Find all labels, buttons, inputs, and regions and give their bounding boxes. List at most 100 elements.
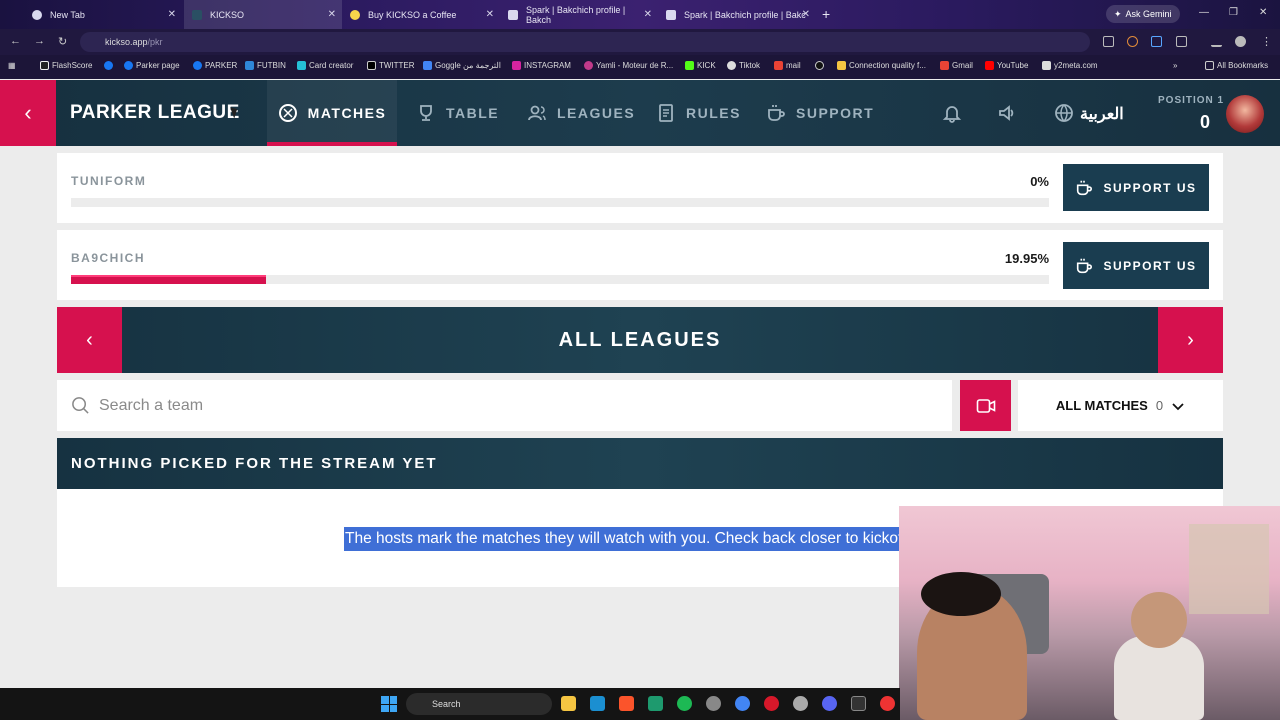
close-tab-icon[interactable]: ✕ — [328, 9, 336, 20]
app-icon[interactable] — [706, 696, 721, 711]
all-bookmarks-folder[interactable]: All Bookmarks — [1205, 61, 1268, 70]
bookmark-item[interactable]: Card creator — [297, 61, 353, 70]
ask-gemini-button[interactable]: ✦ Ask Gemini — [1106, 5, 1180, 23]
bookmark-item[interactable]: Tiktok — [727, 61, 760, 70]
bookmark-item[interactable]: YouTube — [985, 61, 1028, 70]
extension-icon[interactable] — [1103, 36, 1114, 47]
profile-icon[interactable] — [1235, 36, 1246, 47]
extension-icon[interactable] — [1151, 36, 1162, 47]
streamer-hair — [921, 572, 1001, 616]
more-menu-icon[interactable]: ⋮ — [1261, 35, 1272, 48]
brave-icon[interactable] — [619, 696, 634, 711]
terminal-icon[interactable] — [851, 696, 866, 711]
support-us-label: SUPPORT US — [1103, 180, 1197, 195]
more-bookmarks-icon[interactable]: » — [1173, 61, 1177, 70]
bookmark-item[interactable]: Yamli - Moteur de R... — [584, 61, 673, 70]
all-matches-dropdown[interactable]: ALL MATCHES 0 — [1018, 380, 1223, 431]
taskbar-search[interactable]: Search — [406, 693, 552, 715]
back-button[interactable]: ‹ — [0, 80, 56, 146]
spark-favicon-icon — [508, 9, 518, 20]
nav-leagues[interactable]: LEAGUES — [527, 80, 635, 146]
ask-gemini-label: Ask Gemini — [1125, 9, 1172, 19]
bookmark-item[interactable]: Parker page — [124, 61, 180, 70]
chrome-icon[interactable] — [735, 696, 750, 711]
nav-label: SUPPORT — [796, 105, 875, 121]
document-icon — [659, 104, 673, 122]
nav-support[interactable]: SUPPORT — [766, 80, 874, 146]
filter-count: 0 — [1155, 398, 1164, 413]
browser-tab[interactable]: Buy KICKSO a Coffee ✕ — [342, 0, 500, 29]
browser-tab-active[interactable]: KICKSO ✕ — [184, 0, 342, 29]
bookmark-item[interactable]: y2meta.com — [1042, 61, 1098, 70]
bookmark-item[interactable]: TWITTER — [367, 61, 415, 70]
webcam-overlay — [899, 506, 1280, 720]
windows-start-icon[interactable] — [381, 696, 397, 712]
taskbar: Search — [0, 688, 900, 720]
nav-table[interactable]: TABLE — [416, 80, 499, 146]
forward-icon[interactable]: → — [34, 35, 45, 47]
team-name: BA9CHICH — [71, 251, 146, 265]
bookmark-item[interactable]: Gmail — [940, 61, 973, 70]
steam-icon[interactable] — [590, 696, 605, 711]
avatar[interactable] — [1226, 95, 1264, 133]
url-path: /pkr — [147, 37, 163, 47]
new-tab-icon[interactable]: + — [822, 6, 830, 22]
close-tab-icon[interactable]: ✕ — [486, 9, 494, 20]
apps-grid-icon[interactable]: ▦ — [8, 61, 16, 70]
extensions-puzzle-icon[interactable] — [1176, 36, 1187, 47]
restore-icon[interactable]: ❐ — [1229, 7, 1238, 18]
chrome-icon — [32, 9, 42, 20]
support-us-button[interactable]: SUPPORT US — [1063, 164, 1209, 211]
support-us-button[interactable]: SUPPORT US — [1063, 242, 1209, 289]
reload-icon[interactable]: ↻ — [58, 35, 67, 48]
settings-icon[interactable] — [793, 696, 808, 711]
globe-icon[interactable] — [1054, 103, 1074, 123]
url-domain: kickso.app — [105, 37, 148, 47]
close-tab-icon[interactable]: ✕ — [802, 9, 810, 20]
back-icon[interactable]: ← — [10, 35, 21, 47]
bookmark-item[interactable]: mail — [774, 61, 801, 70]
bookmark-item[interactable]: INSTAGRAM — [512, 61, 571, 70]
facebook-icon[interactable] — [104, 61, 113, 70]
nav-rules[interactable]: RULES — [656, 80, 741, 146]
bookmark-item[interactable]: Connection quality f... — [837, 61, 926, 70]
app-header: ‹ PARKER LEAGUE MATCHES TABLE LEAGUES RU… — [0, 80, 1280, 146]
download-icon[interactable] — [1211, 36, 1222, 47]
coffee-favicon-icon — [350, 9, 360, 20]
language-switch[interactable]: العربية — [1080, 104, 1124, 124]
bookmark-item[interactable]: KICK — [685, 61, 716, 70]
browser-tab[interactable]: Spark | Bakchich profile | Bakc ✕ — [658, 0, 816, 29]
bookmark-item[interactable]: FlashScore — [40, 61, 92, 70]
speaker-icon[interactable] — [997, 103, 1017, 123]
discord-icon[interactable] — [822, 696, 837, 711]
browser-tab-bar: New Tab ✕ KICKSO ✕ Buy KICKSO a Coffee ✕… — [0, 0, 1280, 29]
stream-filter-button[interactable] — [960, 380, 1011, 431]
close-window-icon[interactable]: ✕ — [1259, 7, 1267, 18]
app-icon[interactable] — [880, 696, 895, 711]
bell-icon[interactable] — [942, 103, 962, 123]
spotify-icon[interactable] — [677, 696, 692, 711]
bookmark-item[interactable]: Goggle الترجمة من — [423, 61, 501, 70]
opera-icon[interactable] — [764, 696, 779, 711]
app-icon[interactable] — [648, 696, 663, 711]
file-explorer-icon[interactable] — [561, 696, 576, 711]
coffee-cup-icon — [1077, 258, 1093, 273]
tab-title: KICKSO — [210, 9, 245, 20]
spark-favicon-icon — [666, 9, 676, 20]
browser-tab[interactable]: Spark | Bakchich profile | Bakch ✕ — [500, 0, 658, 29]
bookmark-item[interactable] — [815, 61, 824, 70]
browser-tab[interactable]: New Tab ✕ — [24, 0, 182, 29]
search-icon — [72, 397, 89, 414]
extension-icon[interactable] — [1127, 36, 1138, 47]
close-tab-icon[interactable]: ✕ — [168, 9, 176, 20]
filter-label: ALL MATCHES — [1055, 398, 1148, 413]
support-card-ba9chich: BA9CHICH 19.95% SUPPORT US — [57, 230, 1223, 300]
bookmark-item[interactable]: FUTBIN — [245, 61, 286, 70]
url-bar[interactable]: kickso.app/pkr — [80, 32, 1090, 52]
close-tab-icon[interactable]: ✕ — [644, 9, 652, 20]
nav-matches[interactable]: MATCHES — [267, 80, 397, 146]
next-league-button[interactable]: › — [1158, 307, 1223, 373]
search-input[interactable]: Search a team — [57, 380, 952, 431]
minimize-icon[interactable]: — — [1199, 7, 1209, 18]
bookmark-item[interactable]: PARKER — [193, 61, 237, 70]
